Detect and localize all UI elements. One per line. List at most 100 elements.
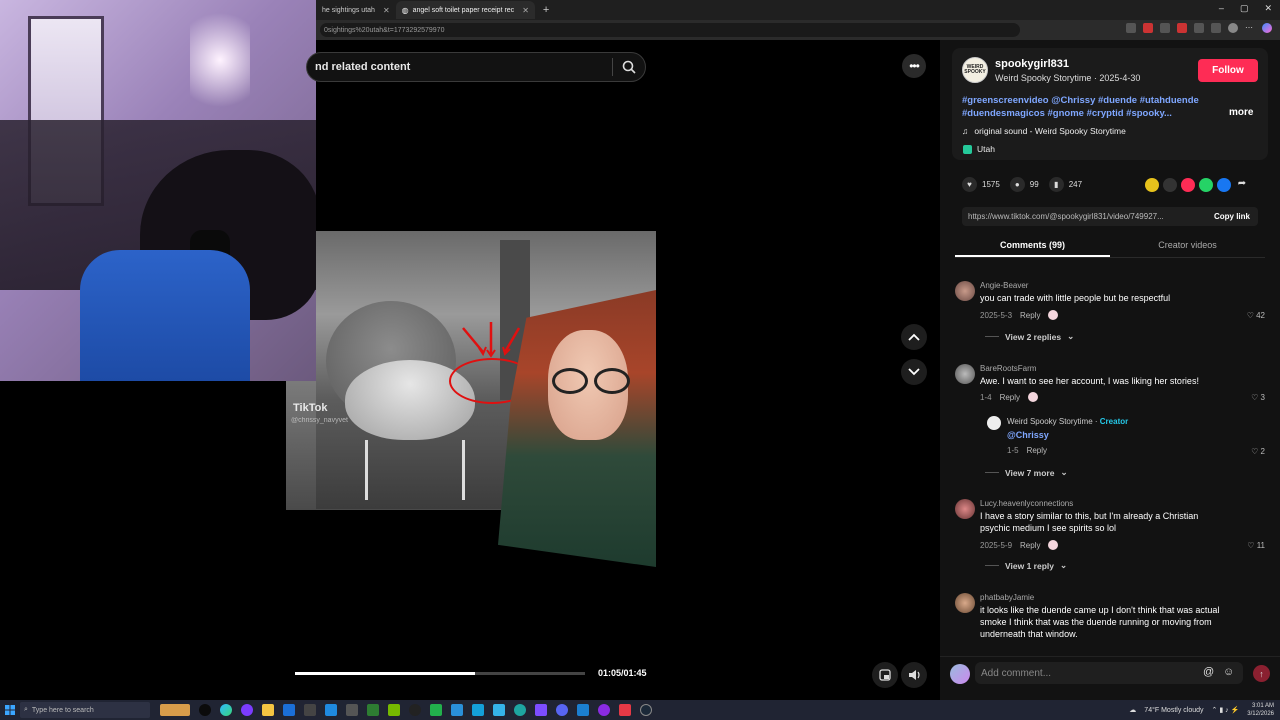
comment-like[interactable]: ♡ 3 [1251, 393, 1265, 402]
extension-icon[interactable] [1177, 23, 1187, 33]
author-avatar[interactable]: WEIRD SPOOKY [962, 57, 988, 83]
comment-like[interactable]: ♡ 11 [1247, 541, 1265, 550]
tab-creator-videos[interactable]: Creator videos [1110, 236, 1265, 257]
minimize-icon[interactable]: – [1219, 3, 1224, 14]
edge-icon[interactable] [220, 704, 232, 716]
copy-link-button[interactable]: Copy link [1206, 212, 1258, 221]
volume-button[interactable] [901, 662, 927, 688]
view-replies-button[interactable]: View 2 replies ⌄ [985, 331, 1074, 342]
app-icon[interactable] [346, 704, 358, 716]
app-icon[interactable] [577, 704, 589, 716]
app-icon[interactable] [598, 704, 610, 716]
app-icon[interactable] [430, 704, 442, 716]
browser-tab[interactable]: he sightings utah ✕ [316, 1, 396, 19]
follow-button[interactable]: Follow [1198, 59, 1258, 82]
tray-icons[interactable]: ⌃ ▮ ♪ ⚡ [1212, 706, 1240, 714]
url-field[interactable]: 0sightings%20utah&t=1773292579970 [320, 23, 1020, 37]
commenter-avatar[interactable] [955, 281, 975, 301]
folder-icon[interactable] [262, 704, 274, 716]
more-options-button[interactable]: ••• [902, 54, 926, 78]
search-input[interactable]: nd related content [307, 61, 612, 73]
commenter-avatar[interactable] [955, 593, 975, 613]
close-icon[interactable]: ✕ [383, 6, 390, 15]
view-replies-button[interactable]: View 1 reply ⌄ [985, 560, 1067, 571]
comment-like[interactable]: ♡ 42 [1247, 311, 1265, 320]
discord-icon[interactable] [556, 704, 568, 716]
copilot-icon[interactable] [1262, 23, 1272, 33]
send-to-friends-icon[interactable] [1181, 178, 1195, 192]
commenter-name[interactable]: BareRootsFarm [980, 364, 1036, 373]
extension-icon[interactable] [1143, 23, 1153, 33]
reply-mention[interactable]: @Chrissy [1007, 429, 1257, 441]
user-avatar[interactable] [950, 664, 970, 684]
clock[interactable]: 3:01 AM 3/12/2026 [1247, 702, 1274, 718]
whatsapp-icon[interactable] [1199, 178, 1213, 192]
view-more-replies-button[interactable]: View 7 more ⌄ [985, 467, 1068, 478]
mention-icon[interactable]: @ [1203, 666, 1214, 678]
progress-bar[interactable] [295, 672, 585, 675]
next-video-button[interactable] [901, 359, 927, 385]
reply-button[interactable]: Reply [1000, 393, 1020, 402]
app-icon[interactable] [514, 704, 526, 716]
video-description[interactable]: #greenscreenvideo @Chrissy #duende #utah… [962, 94, 1212, 120]
comment-button[interactable]: ● 99 [1009, 177, 1039, 192]
tab-comments[interactable]: Comments (99) [955, 236, 1110, 257]
app-icon[interactable] [451, 704, 463, 716]
more-button[interactable]: more [1229, 107, 1253, 118]
commenter-name[interactable]: Angie-Beaver [980, 281, 1028, 290]
weather-icon[interactable]: ☁ [1129, 706, 1136, 714]
new-tab-icon[interactable]: + [543, 4, 549, 16]
reply-button[interactable]: Reply [1020, 311, 1040, 320]
close-icon[interactable]: ✕ [522, 6, 529, 15]
menu-icon[interactable]: ⋯ [1245, 23, 1255, 33]
app-icon[interactable] [367, 704, 379, 716]
previous-video-button[interactable] [901, 324, 927, 350]
sound-link[interactable]: ♫ original sound - Weird Spooky Storytim… [962, 126, 1126, 136]
taskbar-search[interactable]: ⌕ Type here to search [20, 702, 150, 718]
emoji-icon[interactable]: ☺ [1223, 666, 1234, 678]
app-icon[interactable] [199, 704, 211, 716]
profile-icon[interactable] [1228, 23, 1238, 33]
commenter-name[interactable]: phatbabyJamie [980, 593, 1034, 602]
author-username[interactable]: spookygirl831 [995, 58, 1069, 70]
app-icon[interactable] [325, 704, 337, 716]
creator-avatar[interactable] [987, 416, 1001, 430]
search-button[interactable] [613, 52, 645, 82]
app-icon[interactable] [493, 704, 505, 716]
like-button[interactable]: ♥ 1575 [962, 177, 1000, 192]
app-icon[interactable] [304, 704, 316, 716]
app-icon[interactable] [241, 704, 253, 716]
maximize-icon[interactable]: ▢ [1240, 3, 1249, 14]
reply-button[interactable]: Reply [1027, 446, 1047, 455]
app-icon[interactable] [619, 704, 631, 716]
windows-start-icon[interactable] [0, 700, 20, 720]
floating-player-button[interactable] [872, 662, 898, 688]
facebook-icon[interactable] [1217, 178, 1231, 192]
app-icon[interactable] [283, 704, 295, 716]
close-window-icon[interactable]: ✕ [1264, 3, 1272, 14]
save-button[interactable]: ▮ 247 [1048, 177, 1082, 192]
app-icon[interactable] [160, 704, 190, 716]
share-arrow-icon[interactable]: ➦ [1235, 178, 1249, 192]
extension-icon[interactable] [1194, 23, 1204, 33]
app-icon[interactable] [409, 704, 421, 716]
post-comment-button[interactable]: ↑ [1253, 665, 1270, 682]
commenter-name[interactable]: Lucy.heavenlyconnections [980, 499, 1073, 508]
steam-icon[interactable] [640, 704, 652, 716]
extension-icon[interactable] [1126, 23, 1136, 33]
location-tag[interactable]: Utah [963, 144, 995, 154]
app-icon[interactable] [472, 704, 484, 716]
app-icon[interactable] [535, 704, 547, 716]
repost-icon[interactable] [1145, 178, 1159, 192]
weather-label[interactable]: 74°F Mostly cloudy [1144, 707, 1203, 714]
browser-tab-active[interactable]: ◍ angel soft toilet paper receipt rec ✕ [395, 1, 535, 19]
commenter-avatar[interactable] [955, 364, 975, 384]
extension-icon[interactable] [1160, 23, 1170, 33]
extension-icon[interactable] [1211, 23, 1221, 33]
search-bar[interactable]: nd related content [306, 52, 646, 82]
comment-like[interactable]: ♡ 2 [1251, 447, 1265, 456]
reply-button[interactable]: Reply [1020, 541, 1040, 550]
commenter-avatar[interactable] [955, 499, 975, 519]
embed-icon[interactable] [1163, 178, 1177, 192]
app-icon[interactable] [388, 704, 400, 716]
